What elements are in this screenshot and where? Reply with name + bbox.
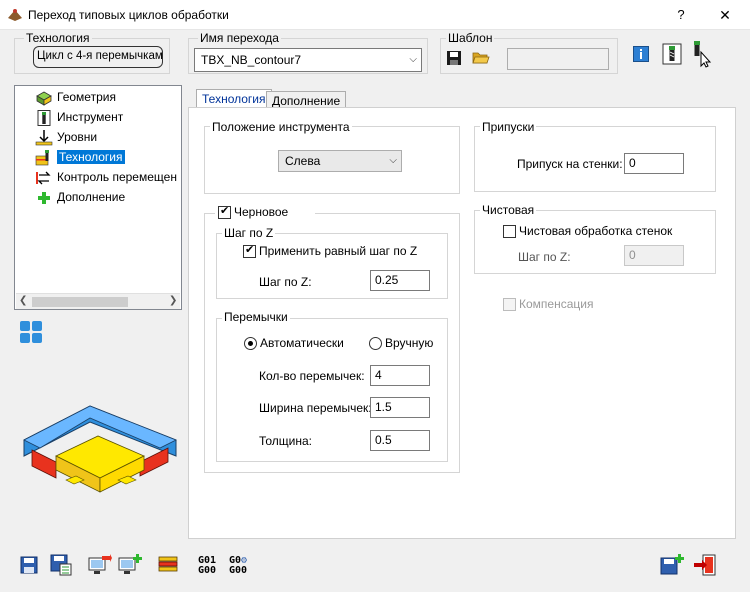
title-bar: Переход типовых циклов обработки ? ✕	[0, 0, 750, 30]
motion-control-icon	[36, 171, 51, 185]
finish-group-label: Чистовая	[480, 203, 537, 217]
tool-position-value: Слева	[285, 154, 321, 168]
equal-step-label: Применить равный шаг по Z	[259, 244, 418, 258]
close-button[interactable]: ✕	[705, 4, 745, 26]
tree-item-motion-control[interactable]: Контроль перемещен	[35, 168, 177, 186]
export-icon[interactable]	[88, 554, 112, 576]
finish-step-z-label: Шаг по Z:	[518, 250, 571, 264]
chevron-down-icon: ⌵	[389, 155, 397, 166]
save-add-icon[interactable]	[660, 554, 684, 576]
technology-illustration	[23, 405, 177, 493]
bridges-width-label: Ширина перемычек:	[259, 401, 372, 415]
app-icon	[8, 9, 22, 21]
tree-item-label: Инструмент	[57, 110, 124, 124]
levels-icon	[35, 129, 53, 146]
gcode-line-4: G00	[229, 565, 248, 576]
exit-icon[interactable]	[693, 554, 717, 576]
technology-value: Цикл с 4-я перемычками	[33, 46, 163, 68]
wall-allowance-label: Припуск на стенки:	[517, 157, 623, 171]
bridges-thickness-label: Толщина:	[259, 434, 313, 448]
compensation-checkbox[interactable]	[503, 298, 516, 311]
section-tree[interactable]: Геометрия Инструмент Уровни Технология К…	[14, 85, 182, 310]
compensation-label: Компенсация	[519, 297, 594, 311]
tree-item-technology[interactable]: Технология	[35, 148, 125, 166]
tool-position-dropdown[interactable]: Слева ⌵	[278, 150, 402, 172]
gcode-line-2: G00	[198, 565, 217, 576]
tree-item-label: Уровни	[57, 130, 98, 144]
gcode-view-button[interactable]: G01 G00	[198, 556, 216, 576]
tool-icon	[37, 109, 51, 126]
finish-step-z-input[interactable]: 0	[624, 245, 684, 266]
allowances-label: Припуски	[480, 120, 537, 134]
transition-name-dropdown[interactable]: TBX_NB_contour7 ⌵	[194, 48, 422, 72]
tool-position-label: Положение инструмента	[210, 120, 352, 134]
tool-library-icon[interactable]	[662, 43, 682, 65]
transition-name-label: Имя перехода	[198, 31, 281, 45]
wall-finish-checkbox[interactable]	[503, 225, 516, 238]
bridges-count-input[interactable]: 4	[370, 365, 430, 386]
save-icon[interactable]	[20, 556, 38, 574]
tree-item-addition[interactable]: Дополнение	[35, 188, 125, 206]
geometry-icon	[36, 91, 52, 106]
help-button[interactable]: ?	[665, 4, 697, 26]
technology-tab-panel: Положение инструмента Слева ⌵ Припуски П…	[188, 107, 736, 539]
template-field[interactable]	[507, 48, 609, 70]
step-z-group-label: Шаг по Z	[222, 226, 276, 240]
tree-item-label: Технология	[57, 150, 125, 164]
open-template-icon[interactable]	[472, 49, 490, 65]
tree-item-levels[interactable]: Уровни	[35, 128, 97, 146]
bridges-thickness-input[interactable]: 0.5	[370, 430, 430, 451]
info-icon[interactable]	[633, 46, 649, 62]
bridges-width-input[interactable]: 1.5	[370, 397, 430, 418]
bridges-auto-radio[interactable]	[244, 337, 257, 350]
equal-step-checkbox[interactable]	[243, 243, 256, 258]
technology-group-label: Технология	[24, 31, 92, 45]
tree-item-label: Дополнение	[57, 190, 126, 204]
chevron-down-icon: ⌵	[409, 54, 417, 65]
technology-icon	[35, 149, 49, 166]
transition-name-value: TBX_NB_contour7	[201, 53, 302, 67]
window-title: Переход типовых циклов обработки	[28, 8, 229, 22]
wall-allowance-input[interactable]: 0	[624, 153, 684, 174]
step-z-label: Шаг по Z:	[259, 275, 312, 289]
wall-finish-label: Чистовая обработка стенок	[519, 224, 673, 238]
step-z-input[interactable]: 0.25	[370, 270, 430, 291]
tree-horizontal-scrollbar[interactable]: ❮ ❯	[16, 293, 180, 309]
bridges-auto-label: Автоматически	[260, 336, 344, 350]
tree-item-geometry[interactable]: Геометрия	[35, 88, 116, 106]
rough-checkbox[interactable]	[218, 204, 231, 219]
bridges-group-label: Перемычки	[222, 310, 290, 324]
rough-checkbox-label: Черновое	[234, 205, 289, 219]
tool-select-icon[interactable]	[690, 40, 714, 68]
gcode-settings-button[interactable]: G0⚙ G00	[229, 556, 247, 576]
scroll-thumb[interactable]	[32, 297, 128, 307]
bridges-manual-radio[interactable]	[369, 337, 382, 350]
scroll-right-icon[interactable]: ❯	[169, 295, 177, 306]
save-as-icon[interactable]	[50, 554, 72, 576]
tree-item-label: Геометрия	[57, 90, 116, 104]
tree-item-label: Контроль перемещен	[57, 170, 177, 184]
bridges-count-label: Кол-во перемычек:	[259, 369, 365, 383]
save-template-icon[interactable]	[446, 50, 462, 66]
bridges-manual-label: Вручную	[385, 336, 434, 350]
layout-grid-icon[interactable]	[19, 320, 43, 344]
scroll-left-icon[interactable]: ❮	[19, 295, 27, 306]
layers-icon[interactable]	[158, 555, 178, 575]
add-to-screen-icon[interactable]	[118, 554, 142, 576]
tree-item-tool[interactable]: Инструмент	[35, 108, 123, 126]
template-label: Шаблон	[446, 31, 495, 45]
addition-icon	[38, 191, 50, 204]
